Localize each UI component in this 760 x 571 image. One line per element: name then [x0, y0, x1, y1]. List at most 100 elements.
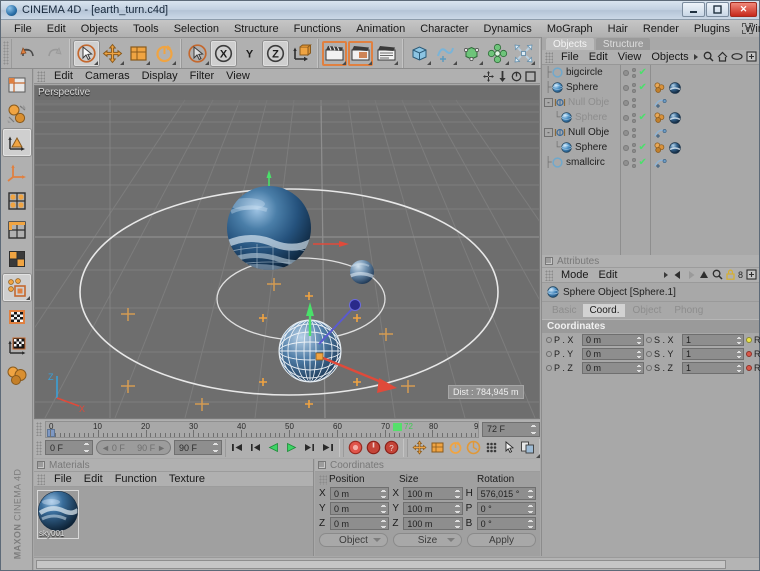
position-key-button[interactable] [411, 439, 428, 456]
spinner-icon[interactable] [736, 349, 742, 359]
object-tags[interactable] [650, 97, 759, 109]
attributes-grip[interactable] [545, 269, 553, 281]
object-axis-button[interactable] [185, 40, 210, 66]
object-menu-file[interactable]: File [556, 50, 584, 64]
menu-item-character[interactable]: Character [413, 21, 475, 37]
object-row-5[interactable]: └ Sphere ✔ [542, 140, 759, 155]
maximize-icon[interactable] [525, 71, 536, 82]
menu-item-selection[interactable]: Selection [167, 21, 226, 37]
toolbar-grip[interactable] [3, 41, 9, 65]
p-y-keyframe-bullet[interactable] [546, 351, 552, 357]
viewport-menu-grip[interactable] [37, 70, 45, 82]
object-row-6[interactable]: ├ smallcirc ✔ [542, 155, 759, 170]
spinner-icon[interactable] [526, 488, 534, 499]
maximize-button[interactable] [706, 2, 729, 17]
scale-key-button[interactable] [429, 439, 446, 456]
editor-visibility-dot[interactable] [622, 144, 629, 151]
world-coordinates-button[interactable] [289, 40, 314, 66]
object-tags[interactable] [650, 81, 759, 94]
rotation-p-field[interactable]: 0 ° [476, 502, 536, 515]
spinner-icon[interactable] [453, 518, 461, 529]
materials-collapse-box[interactable] [37, 461, 45, 469]
materials-menu-texture[interactable]: Texture [163, 472, 211, 486]
frame-icon[interactable] [746, 51, 757, 62]
arrow-right-icon[interactable] [662, 270, 670, 280]
render-visibility-dots[interactable] [631, 157, 636, 168]
menu-item-animation[interactable]: Animation [349, 21, 412, 37]
go-to-end-button[interactable] [319, 439, 336, 456]
spinner-icon[interactable] [530, 423, 537, 435]
render-visibility-dots[interactable] [631, 127, 636, 138]
lock-icon[interactable] [726, 269, 735, 280]
menu-item-edit[interactable]: Edit [40, 21, 73, 37]
attr-position-y-field[interactable]: 0 m [582, 348, 644, 360]
spinner-icon[interactable] [380, 488, 388, 499]
menu-item-file[interactable]: File [7, 21, 39, 37]
timeline-grip[interactable] [36, 422, 42, 436]
object-menu-view[interactable]: View [613, 50, 647, 64]
animation-mode-button[interactable] [3, 361, 31, 388]
attr-tab-basic[interactable]: Basic [546, 304, 582, 317]
expander-toggle[interactable]: - [544, 98, 553, 107]
viewport-menu-view[interactable]: View [220, 69, 256, 83]
render-dot-top[interactable] [631, 142, 636, 147]
render-dot-bottom[interactable] [631, 73, 636, 78]
scrollbar-thumb[interactable] [36, 559, 726, 569]
size-z-field[interactable]: 100 m [403, 517, 463, 530]
edge-mode-button[interactable] [3, 216, 31, 243]
object-tags[interactable] [650, 127, 759, 139]
frame-icon[interactable] [746, 269, 757, 280]
enabled-check-icon[interactable]: ✔ [639, 112, 648, 124]
select-tool-button[interactable] [74, 40, 99, 66]
render-dot-bottom[interactable] [631, 148, 636, 153]
step-forward-button[interactable] [301, 439, 318, 456]
render-visibility-dots[interactable] [631, 112, 636, 123]
object-axis-mode-button[interactable] [2, 129, 31, 156]
search-icon[interactable] [703, 51, 714, 62]
attr-tab-phong[interactable]: Phong [668, 304, 709, 317]
preview-range-bar[interactable]: ◄ 0 F 90 F ► [96, 440, 171, 455]
enabled-check-icon[interactable]: ✔ [639, 142, 648, 154]
uv-points-mode-button[interactable] [2, 274, 31, 301]
spinner-icon[interactable] [636, 335, 642, 345]
dolly-icon[interactable] [497, 71, 508, 82]
viewport-menu-filter[interactable]: Filter [184, 69, 220, 83]
r-b-keyframe-bullet[interactable] [746, 365, 752, 371]
up-arrow-icon[interactable] [699, 270, 709, 280]
spinner-icon[interactable] [526, 518, 534, 529]
enabled-check-icon[interactable]: ✔ [639, 82, 648, 94]
model-mode-button[interactable] [3, 100, 31, 127]
animation-select-button[interactable] [501, 439, 518, 456]
point-level-animation-button[interactable] [483, 439, 500, 456]
menu-item-plugins[interactable]: Plugins [687, 21, 737, 37]
s-y-keyframe-bullet[interactable] [646, 351, 652, 357]
r-h-keyframe-bullet[interactable] [746, 337, 752, 343]
editor-visibility-dot[interactable] [622, 69, 629, 76]
tab-objects[interactable]: Objects [546, 38, 594, 50]
p-z-keyframe-bullet[interactable] [546, 365, 552, 371]
start-frame-field[interactable]: 0 F [45, 440, 93, 455]
ellipse-icon[interactable] [731, 52, 743, 61]
material-item-sky001[interactable]: sky001 [38, 491, 78, 538]
object-tags[interactable] [650, 157, 759, 169]
render-visibility-dots[interactable] [631, 82, 636, 93]
step-back-button[interactable] [247, 439, 264, 456]
coordinates-collapse-box[interactable] [318, 461, 326, 469]
s-z-keyframe-bullet[interactable] [646, 365, 652, 371]
attributes-menu-mode[interactable]: Mode [556, 268, 594, 282]
position-x-field[interactable]: 0 m [330, 487, 390, 500]
play-forwards-button[interactable] [283, 439, 300, 456]
spinner-icon[interactable] [636, 349, 642, 359]
menu-item-objects[interactable]: Objects [74, 21, 125, 37]
object-row-1[interactable]: ├ Sphere ✔ [542, 80, 759, 95]
menu-item-tools[interactable]: Tools [126, 21, 166, 37]
y-axis-lock-button[interactable]: Y [237, 40, 262, 66]
array-button[interactable] [485, 40, 510, 66]
object-manager-list[interactable]: ├ bigcircle ✔ ├ Sphere ✔ - Null Obje └ Sphere ✔ - Nu… [542, 65, 759, 255]
attr-tab-coord[interactable]: Coord. [583, 304, 626, 317]
object-row-0[interactable]: ├ bigcircle ✔ [542, 65, 759, 80]
timeline-controls-grip[interactable] [36, 440, 42, 455]
deformer-button[interactable] [511, 40, 536, 66]
object-tags[interactable] [650, 141, 759, 154]
spinner-icon[interactable] [83, 442, 90, 453]
